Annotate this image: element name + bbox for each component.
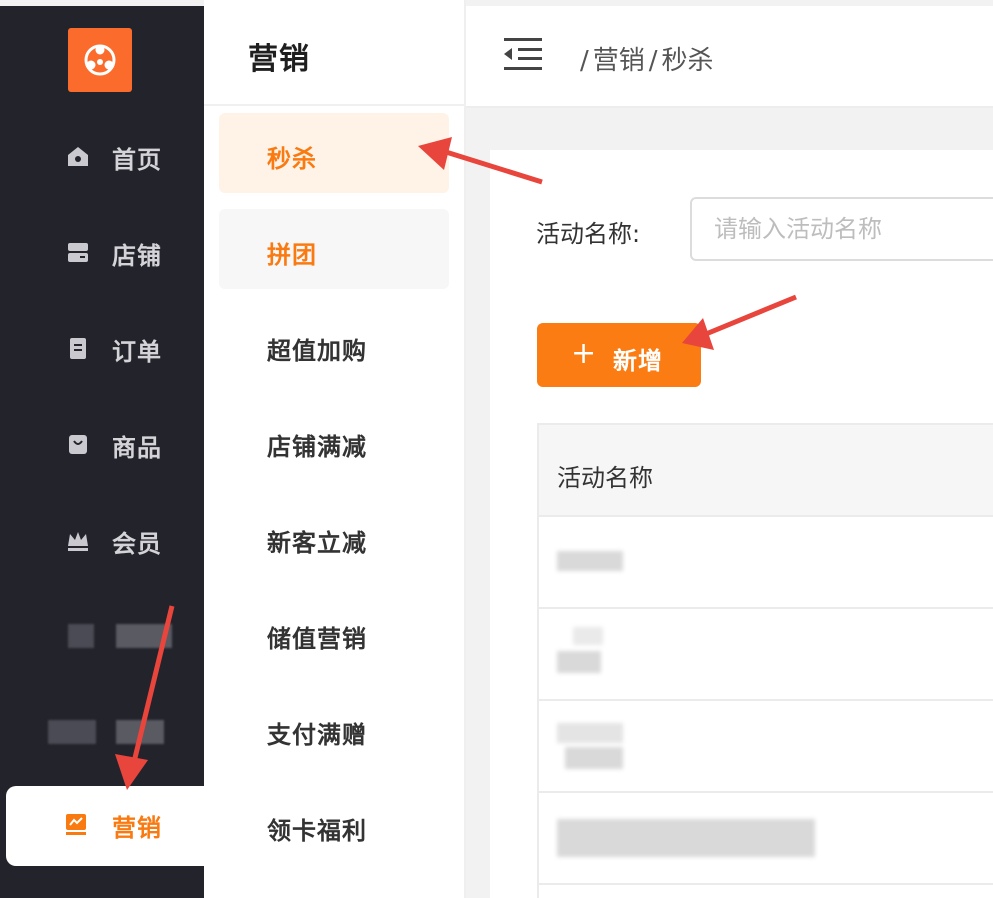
sidebar-item-label: 会员 <box>112 530 162 558</box>
sidebar-item-orders[interactable]: 订单 <box>0 318 204 374</box>
submenu-item-label: 领卡福利 <box>267 817 367 845</box>
sidebar-item-home[interactable]: 首页 <box>0 126 204 182</box>
submenu-item-label: 拼团 <box>267 241 317 269</box>
sidebar-top-strip <box>0 0 204 6</box>
sidebar-item-label: 商品 <box>112 434 162 462</box>
table-row[interactable] <box>539 609 993 701</box>
menu-fold-icon <box>504 38 542 70</box>
sidebar-item-goods[interactable]: 商品 <box>0 414 204 470</box>
sidebar-item-label: 店铺 <box>112 242 162 270</box>
sidebar-item-label: 营销 <box>112 814 162 842</box>
submenu-item-label: 店铺满减 <box>267 433 367 461</box>
add-button-label: 新增 <box>613 347 663 375</box>
secondary-menu-title: 营销 <box>248 42 310 77</box>
crown-icon <box>68 532 88 551</box>
sidebar-item-label: 订单 <box>112 338 162 366</box>
submenu-item-new-customer[interactable]: 新客立减 <box>219 497 449 577</box>
submenu-item-payment-gift[interactable]: 支付满赠 <box>219 689 449 769</box>
submenu-item-label: 支付满赠 <box>267 721 367 749</box>
pixelated-cell <box>557 819 815 857</box>
goods-icon <box>69 435 87 454</box>
divider <box>204 104 466 106</box>
submenu-item-label: 储值营销 <box>267 625 367 653</box>
sidebar-item-label: 首页 <box>112 146 162 174</box>
activity-name-input[interactable] <box>690 197 993 261</box>
pixelated-icon <box>48 720 96 744</box>
home-icon <box>68 147 88 166</box>
main-sidebar: 首页 店铺 订单 商品 会员 营销 <box>0 0 204 898</box>
sidebar-item-member[interactable]: 会员 <box>0 510 204 566</box>
submenu-item-group-buy[interactable]: 拼团 <box>219 209 449 289</box>
pixelated-cell <box>557 723 623 743</box>
table-row[interactable] <box>539 517 993 609</box>
plus-icon: + <box>571 336 597 371</box>
activity-name-label: 活动名称: <box>536 220 641 248</box>
submenu-item-label: 新客立减 <box>267 529 367 557</box>
sidebar-item-obscured[interactable] <box>0 606 204 662</box>
top-header: / 营销 / 秒杀 <box>466 0 993 108</box>
activity-table: 活动名称 <box>537 423 993 898</box>
logo-icon <box>84 44 116 76</box>
pixelated-icon <box>68 624 94 648</box>
pixelated-cell <box>557 651 601 673</box>
breadcrumb-separator: / <box>648 46 658 76</box>
table-header: 活动名称 <box>539 423 993 517</box>
pixelated-label <box>116 720 164 744</box>
pixelated-label <box>116 624 172 648</box>
pixelated-cell <box>573 627 603 645</box>
sidebar-item-marketing[interactable]: 营销 <box>6 786 204 866</box>
table-row[interactable] <box>539 701 993 793</box>
submenu-item-addon-purchase[interactable]: 超值加购 <box>219 305 449 385</box>
submenu-item-card-benefit[interactable]: 领卡福利 <box>219 785 449 865</box>
marketing-icon <box>66 814 86 835</box>
app-logo[interactable] <box>68 28 132 92</box>
sidebar-item-obscured[interactable] <box>0 704 204 760</box>
submenu-item-label: 超值加购 <box>267 337 367 365</box>
sidebar-item-store[interactable]: 店铺 <box>0 222 204 278</box>
collapse-sidebar-button[interactable] <box>502 36 544 72</box>
submenu-item-stored-value[interactable]: 储值营销 <box>219 593 449 673</box>
column-header-activity-name: 活动名称 <box>557 464 653 492</box>
submenu-item-label: 秒杀 <box>267 145 317 173</box>
breadcrumb-separator: / <box>580 46 589 76</box>
order-icon <box>70 338 86 359</box>
add-button[interactable]: + 新增 <box>537 323 701 387</box>
header-top-strip <box>466 0 993 6</box>
pixelated-cell <box>565 747 623 769</box>
table-row[interactable] <box>539 793 993 885</box>
breadcrumb-item-marketing[interactable]: 营销 <box>593 46 645 76</box>
breadcrumb: / 营销 / 秒杀 <box>580 40 718 77</box>
submenu-item-flash-sale[interactable]: 秒杀 <box>219 113 449 193</box>
pixelated-cell <box>557 551 623 571</box>
submenu-item-store-discount[interactable]: 店铺满减 <box>219 401 449 481</box>
secondary-menu: 营销 秒杀 拼团 超值加购 店铺满减 新客立减 储值营销 支付满赠 领卡福利 <box>204 0 466 898</box>
store-icon <box>68 243 88 262</box>
breadcrumb-item-current: 秒杀 <box>661 46 714 76</box>
